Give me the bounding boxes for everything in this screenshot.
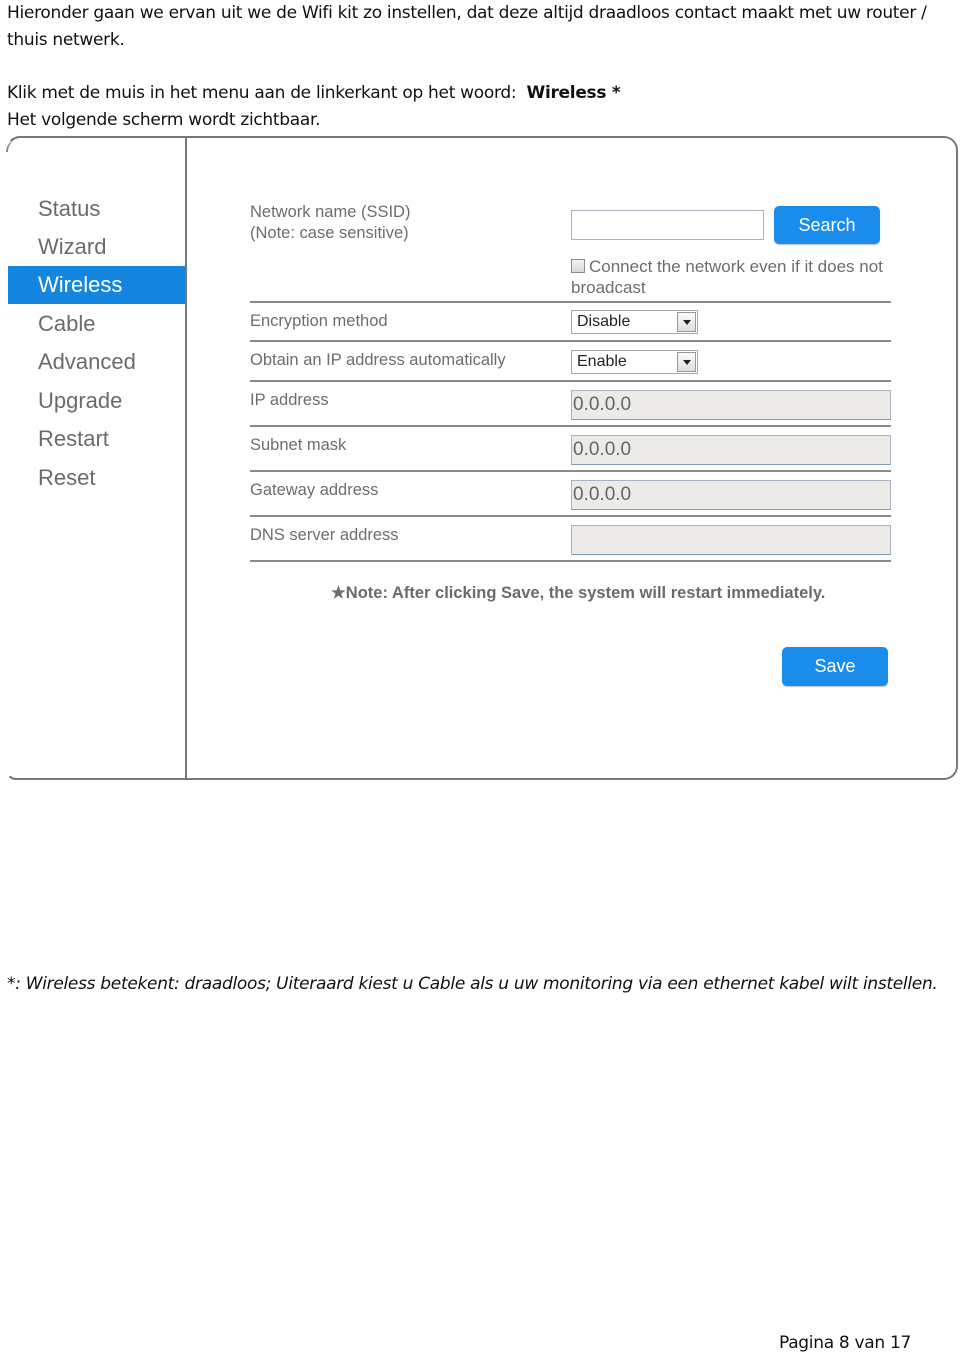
sidebar-item-upgrade[interactable]: Upgrade (8, 382, 185, 420)
subnet-label: Subnet mask (250, 436, 347, 454)
restart-note: ★Note: After clicking Save, the system w… (331, 584, 826, 602)
footnote: *: Wireless betekent: draadloos; Uiteraa… (7, 974, 938, 994)
gateway-field[interactable]: 0.0.0.0 (571, 480, 891, 510)
search-button[interactable]: Search (774, 206, 880, 244)
sidebar-item-restart[interactable]: Restart (8, 420, 185, 458)
divider (250, 515, 891, 517)
encryption-select[interactable]: Disable (571, 310, 698, 334)
divider (250, 340, 891, 342)
dhcp-value: Enable (577, 353, 627, 370)
divider (250, 560, 891, 562)
intro-paragraph: Hieronder gaan we ervan uit we de Wifi k… (7, 3, 927, 50)
dns-label: DNS server address (250, 526, 399, 544)
ssid-note-text: (Note: case sensitive) (250, 224, 409, 242)
chevron-down-icon[interactable] (677, 352, 696, 372)
sidebar-menu: Status Wizard Wireless Cable Advanced Up… (8, 138, 187, 778)
divider (250, 301, 891, 303)
instruction-paragraph: Klik met de muis in het menu aan de link… (7, 80, 952, 134)
sidebar-item-wizard[interactable]: Wizard (8, 228, 185, 266)
page-number: Pagina 8 van 17 (779, 1333, 912, 1353)
sidebar-item-status[interactable]: Status (8, 190, 185, 228)
ssid-label-text: Network name (SSID) (250, 203, 411, 221)
broadcast-checkbox[interactable] (571, 259, 585, 273)
instruction-text: Klik met de muis in het menu aan de link… (7, 83, 517, 103)
sidebar-item-advanced[interactable]: Advanced (8, 343, 185, 381)
sidebar-item-cable[interactable]: Cable (8, 305, 185, 343)
dhcp-label: Obtain an IP address automatically (250, 351, 506, 369)
subnet-field[interactable]: 0.0.0.0 (571, 435, 891, 465)
ip-field[interactable]: 0.0.0.0 (571, 390, 891, 420)
encryption-label: Encryption method (250, 312, 388, 330)
sidebar-item-wireless[interactable]: Wireless (8, 266, 185, 304)
save-button[interactable]: Save (782, 647, 888, 686)
ssid-label: Network name (SSID) (Note: case sensitiv… (250, 202, 410, 244)
broadcast-label: Connect the network even if it does not … (571, 257, 883, 297)
sidebar-item-reset[interactable]: Reset (8, 459, 185, 497)
ssid-input[interactable] (571, 210, 764, 240)
ip-label: IP address (250, 391, 329, 409)
instruction-keyword: Wireless * (526, 83, 621, 103)
gateway-label: Gateway address (250, 481, 379, 499)
router-settings-screenshot: Status Wizard Wireless Cable Advanced Up… (6, 136, 958, 780)
encryption-value: Disable (577, 313, 631, 330)
chevron-down-icon[interactable] (677, 312, 696, 332)
divider (250, 470, 891, 472)
divider (250, 425, 891, 427)
dhcp-select[interactable]: Enable (571, 350, 698, 374)
divider (250, 380, 891, 382)
broadcast-option: Connect the network even if it does not … (571, 256, 891, 298)
dns-field[interactable] (571, 525, 891, 555)
instruction-line2: Het volgende scherm wordt zichtbaar. (7, 110, 321, 130)
